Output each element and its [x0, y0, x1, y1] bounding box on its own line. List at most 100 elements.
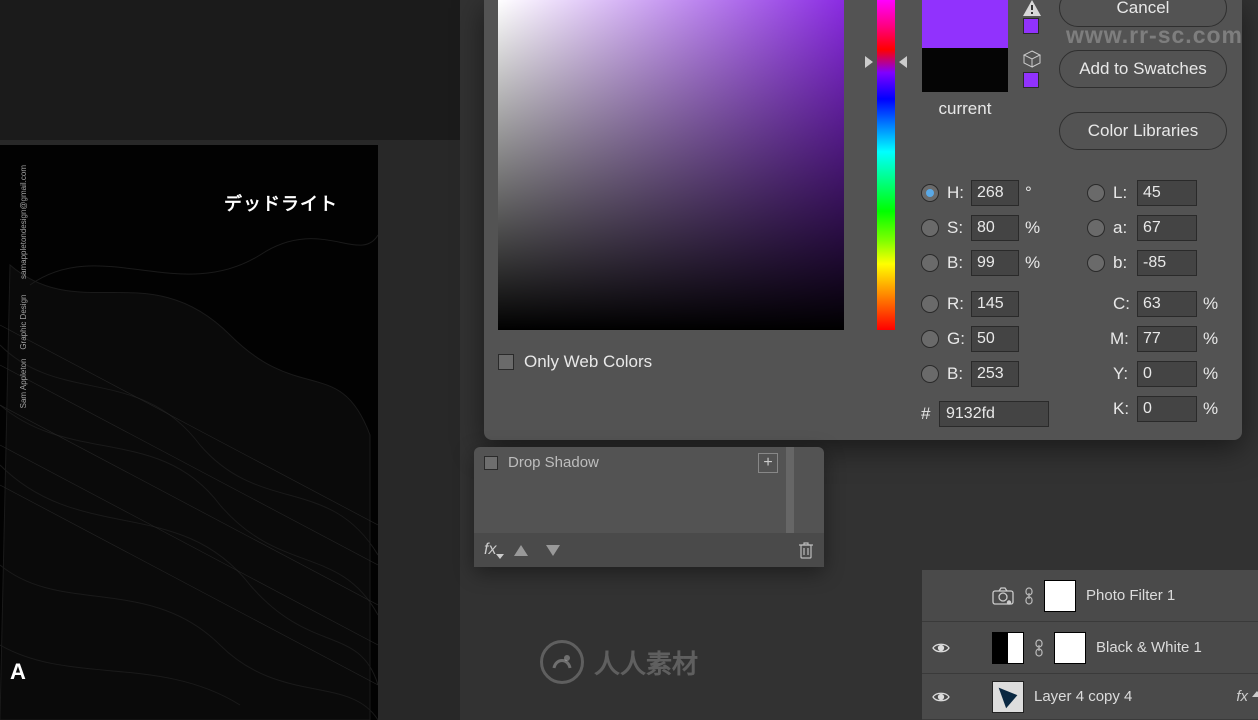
watermark-logo-icon — [540, 640, 584, 684]
add-effect-button[interactable]: + — [758, 453, 778, 473]
add-to-swatches-button[interactable]: Add to Swatches — [1059, 50, 1227, 88]
s-unit: % — [1025, 218, 1040, 238]
s-label: S: — [947, 218, 971, 238]
y-label: Y: — [1113, 364, 1137, 384]
layer-mask-thumb[interactable] — [1044, 580, 1076, 612]
watermark-text: 人人素材 — [594, 644, 698, 681]
cancel-button[interactable]: Cancel — [1059, 0, 1227, 27]
b-hsb-row: B: % — [921, 250, 1040, 276]
c-unit: % — [1203, 294, 1218, 314]
drop-shadow-checkbox[interactable] — [484, 456, 498, 470]
canvas-workspace: デッドライト Sam Appleton Graphic Design samap… — [0, 0, 460, 720]
layer-name[interactable]: Black & White 1 — [1096, 639, 1202, 656]
r-label: R: — [947, 294, 971, 314]
artwork-email: samappletondesign@gmail.com — [19, 165, 28, 279]
layers-panel: Photo Filter 1 Black & White 1 Layer 4 c… — [922, 570, 1258, 720]
b-lab-radio[interactable] — [1087, 254, 1105, 272]
a-row: a: — [1087, 215, 1197, 241]
hue-pointer-right-icon — [899, 56, 907, 68]
move-effect-down-icon[interactable] — [546, 545, 560, 556]
b-lab-input[interactable] — [1137, 250, 1197, 276]
link-mask-icon[interactable] — [1024, 587, 1034, 605]
current-color-swatch[interactable] — [922, 48, 1008, 92]
artwork-abstract-svg — [0, 145, 378, 720]
only-web-colors-row[interactable]: Only Web Colors — [498, 352, 652, 372]
k-input[interactable] — [1137, 396, 1197, 422]
h-unit: ° — [1025, 183, 1032, 203]
layer-row[interactable]: Black & White 1 — [922, 622, 1258, 674]
only-web-colors-checkbox[interactable] — [498, 354, 514, 370]
fx-menu-button[interactable]: fx — [484, 541, 496, 559]
b-rgb-radio[interactable] — [921, 365, 939, 383]
layer-style-scrollbar[interactable] — [786, 447, 794, 537]
layer-row[interactable]: Photo Filter 1 — [922, 570, 1258, 622]
artwork-author: Sam Appleton — [19, 359, 28, 409]
hex-row: # — [921, 401, 1049, 427]
layer-name[interactable]: Photo Filter 1 — [1086, 587, 1175, 604]
websafe-cube-icon[interactable] — [1023, 50, 1041, 68]
c-label: C: — [1113, 294, 1137, 314]
artwork-document[interactable]: デッドライト Sam Appleton Graphic Design samap… — [0, 145, 378, 720]
center-watermark: 人人素材 — [540, 640, 698, 684]
gamut-warning-swatch[interactable] — [1023, 18, 1039, 34]
saturation-value-field[interactable] — [498, 0, 844, 330]
hex-label: # — [921, 404, 939, 424]
visibility-eye-icon[interactable] — [932, 641, 950, 655]
l-label: L: — [1113, 183, 1137, 203]
layer-fx-indicator[interactable]: fx — [1236, 688, 1248, 705]
hue-slider[interactable] — [877, 0, 895, 330]
g-radio[interactable] — [921, 330, 939, 348]
hex-input[interactable] — [939, 401, 1049, 427]
b-hsb-radio[interactable] — [921, 254, 939, 272]
m-input[interactable] — [1137, 326, 1197, 352]
b-hsb-label: B: — [947, 253, 971, 273]
move-effect-up-icon[interactable] — [514, 545, 528, 556]
b-hsb-input[interactable] — [971, 250, 1019, 276]
s-radio[interactable] — [921, 219, 939, 237]
layer-style-footer: fx — [474, 533, 824, 567]
m-unit: % — [1203, 329, 1218, 349]
layer-style-list-panel: Drop Shadow + fx — [474, 447, 824, 567]
k-label: K: — [1113, 399, 1137, 419]
layer-mask-thumb[interactable] — [1054, 632, 1086, 664]
g-input[interactable] — [971, 326, 1019, 352]
link-mask-icon[interactable] — [1034, 639, 1044, 657]
s-input[interactable] — [971, 215, 1019, 241]
a-input[interactable] — [1137, 215, 1197, 241]
r-input[interactable] — [971, 291, 1019, 317]
drop-shadow-row[interactable]: Drop Shadow — [484, 454, 599, 471]
b-rgb-row: B: — [921, 361, 1019, 387]
r-radio[interactable] — [921, 295, 939, 313]
k-row: K: % — [1113, 396, 1218, 422]
k-unit: % — [1203, 399, 1218, 419]
y-input[interactable] — [1137, 361, 1197, 387]
layer-thumb[interactable] — [992, 681, 1024, 713]
y-row: Y: % — [1113, 361, 1218, 387]
bw-adjust-icon — [992, 632, 1024, 664]
artwork-japanese-title: デッドライト — [224, 190, 338, 216]
delete-effect-icon[interactable] — [798, 541, 814, 559]
h-input[interactable] — [971, 180, 1019, 206]
websafe-swatch[interactable] — [1023, 72, 1039, 88]
b-rgb-input[interactable] — [971, 361, 1019, 387]
drop-shadow-label: Drop Shadow — [508, 454, 599, 471]
h-radio[interactable] — [921, 184, 939, 202]
b-rgb-label: B: — [947, 364, 971, 384]
layer-row[interactable]: Layer 4 copy 4 fx — [922, 674, 1258, 720]
h-label: H: — [947, 183, 971, 203]
new-color-swatch[interactable] — [922, 0, 1008, 48]
only-web-colors-label: Only Web Colors — [524, 352, 652, 372]
color-libraries-button[interactable]: Color Libraries — [1059, 112, 1227, 150]
artwork-logo-letter: A — [10, 659, 26, 685]
a-radio[interactable] — [1087, 219, 1105, 237]
l-input[interactable] — [1137, 180, 1197, 206]
l-row: L: — [1087, 180, 1197, 206]
gamut-warning-icon[interactable] — [1023, 0, 1041, 16]
c-input[interactable] — [1137, 291, 1197, 317]
r-row: R: — [921, 291, 1019, 317]
s-row: S: % — [921, 215, 1040, 241]
layer-name[interactable]: Layer 4 copy 4 — [1034, 688, 1132, 705]
visibility-eye-icon[interactable] — [932, 690, 950, 704]
l-radio[interactable] — [1087, 184, 1105, 202]
canvas-dark-top — [0, 0, 460, 140]
